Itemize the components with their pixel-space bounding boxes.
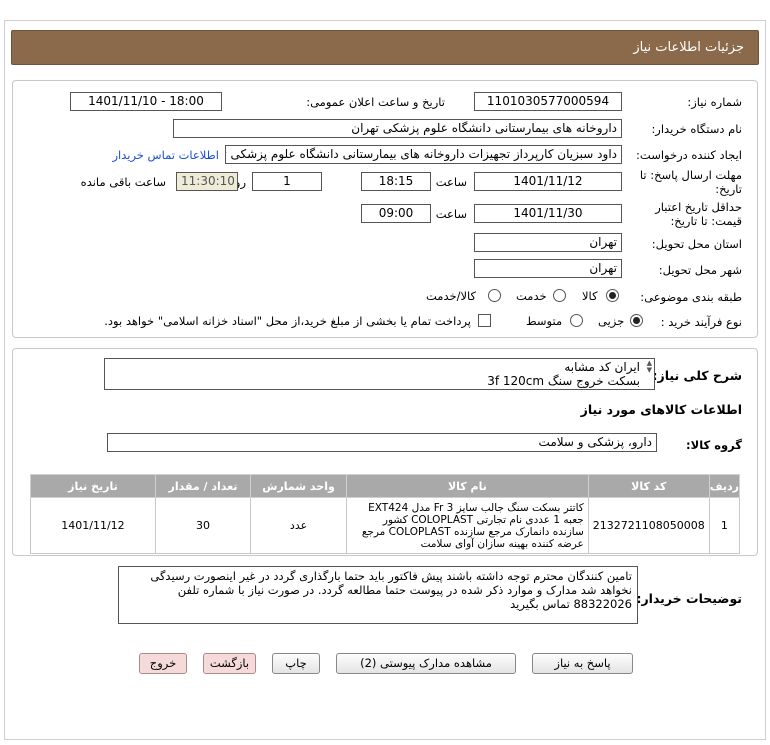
goods-group-label: گروه کالا: — [686, 438, 742, 452]
cell-code: 2132721108050008 — [587, 497, 710, 554]
process-label: نوع فرآیند خرید : — [660, 315, 742, 329]
validity-label: حداقل تاریخ اعتبار قیمت: تا تاریخ: — [655, 200, 742, 228]
goods-table: ردیف کد کالا نام کالا واحد شمارش تعداد /… — [30, 474, 741, 554]
back-button[interactable]: بازگشت — [203, 653, 256, 674]
buyer-notes-label: توضیحات خریدار: — [636, 591, 742, 606]
category-option-service: خدمت — [516, 289, 547, 303]
category-radio-goods[interactable] — [606, 289, 619, 302]
col-qty: تعداد / مقدار — [154, 474, 252, 498]
col-date: تاریخ نیاز — [30, 474, 156, 498]
table-row: 1 2132721108050008 کاتتر بسکت سنگ جالب س… — [30, 497, 741, 554]
announce-label: تاریخ و ساعت اعلان عمومی: — [306, 95, 445, 109]
need-number-field: 1101030577000594 — [474, 92, 622, 111]
cell-unit: عدد — [250, 497, 348, 554]
validity-date-field: 1401/11/30 — [474, 204, 622, 223]
process-option-minor: جزیی — [598, 314, 625, 328]
page-title: جزئیات اطلاعات نیاز — [633, 40, 744, 55]
category-label: طبقه بندی موضوعی: — [640, 290, 742, 304]
deadline-time-label: ساعت — [435, 175, 467, 189]
goods-table-header: ردیف کد کالا نام کالا واحد شمارش تعداد /… — [30, 474, 741, 498]
province-field: تهران — [474, 233, 622, 252]
page-title-bar: جزئیات اطلاعات نیاز — [11, 30, 759, 65]
buyer-notes-field: تامین کنندگان محترم توجه داشته باشند پیش… — [118, 566, 638, 624]
creator-label: ایجاد کننده درخواست: — [636, 148, 742, 162]
category-radio-goods-service[interactable] — [488, 289, 501, 302]
validity-time-field: 09:00 — [361, 204, 431, 223]
summary-line1: ایران کد مشابه — [564, 360, 640, 374]
validity-time-label: ساعت — [435, 207, 467, 221]
need-number-label: شماره نیاز: — [687, 95, 742, 109]
summary-textarea[interactable]: ایران کد مشابه بسکت خروج سنگ 3f 120cm ▲ ▼ — [104, 358, 655, 390]
validity-label-line1: حداقل تاریخ اعتبار — [655, 200, 742, 214]
cell-row: 1 — [708, 497, 741, 554]
reply-button[interactable]: پاسخ به نیاز — [532, 653, 633, 674]
province-label: استان محل تحویل: — [651, 237, 742, 251]
scroll-arrows-icon: ▲ ▼ — [646, 359, 652, 374]
summary-line2: بسکت خروج سنگ 3f 120cm — [487, 374, 640, 388]
payment-note: پرداخت تمام یا بخشی از مبلغ خرید،از محل … — [104, 314, 471, 328]
validity-label-line2: قیمت: تا تاریخ: — [670, 214, 742, 228]
city-field: تهران — [474, 259, 622, 278]
cell-name: کاتتر بسکت سنگ جالب سایز 3 Fr مدل EXT424… — [346, 497, 589, 554]
goods-group-field: دارو، پزشکی و سلامت — [107, 433, 657, 452]
payment-checkbox[interactable] — [478, 314, 491, 327]
cell-qty: 30 — [154, 497, 252, 554]
deadline-time-field: 18:15 — [361, 172, 431, 191]
col-code: کد کالا — [587, 474, 710, 498]
category-option-goods-service: کالا/خدمت — [426, 289, 477, 303]
attachments-button[interactable]: مشاهده مدارک پیوستی (2) — [336, 653, 516, 674]
col-name: نام کالا — [346, 474, 589, 498]
remaining-label: ساعت باقی مانده — [80, 175, 166, 189]
days-field: 1 — [252, 172, 322, 191]
deadline-label: مهلت ارسال پاسخ: تا تاریخ: — [640, 168, 742, 196]
category-option-goods: کالا — [582, 289, 598, 303]
buyer-field: داروخانه های بیمارستانی دانشگاه علوم پزش… — [173, 119, 622, 138]
process-radio-minor[interactable] — [630, 314, 643, 327]
cell-date: 1401/11/12 — [30, 497, 156, 554]
deadline-label-line2: تاریخ: — [715, 182, 742, 196]
process-radio-medium[interactable] — [570, 314, 583, 327]
col-unit: واحد شمارش — [250, 474, 348, 498]
city-label: شهر محل تحویل: — [658, 263, 742, 277]
exit-button[interactable]: خروج — [139, 653, 187, 674]
process-option-medium: متوسط — [526, 314, 563, 328]
remaining-time-field: 11:30:10 — [176, 172, 238, 191]
buyer-label: نام دستگاه خریدار: — [651, 122, 742, 136]
contact-buyer-link[interactable]: اطلاعات تماس خریدار — [112, 148, 219, 162]
deadline-label-line1: مهلت ارسال پاسخ: تا — [639, 168, 742, 182]
creator-field: داود سبزیان کارپرداز تجهیزات داروخانه ها… — [225, 145, 622, 164]
col-row: ردیف — [708, 474, 741, 498]
summary-label: شرح کلی نیاز: — [652, 368, 742, 383]
goods-section-title: اطلاعات کالاهای مورد نیاز — [580, 402, 742, 417]
print-button[interactable]: چاپ — [272, 653, 320, 674]
category-radio-service[interactable] — [553, 289, 566, 302]
deadline-date-field: 1401/11/12 — [474, 172, 622, 191]
announce-field: 1401/11/10 - 18:00 — [70, 92, 222, 111]
